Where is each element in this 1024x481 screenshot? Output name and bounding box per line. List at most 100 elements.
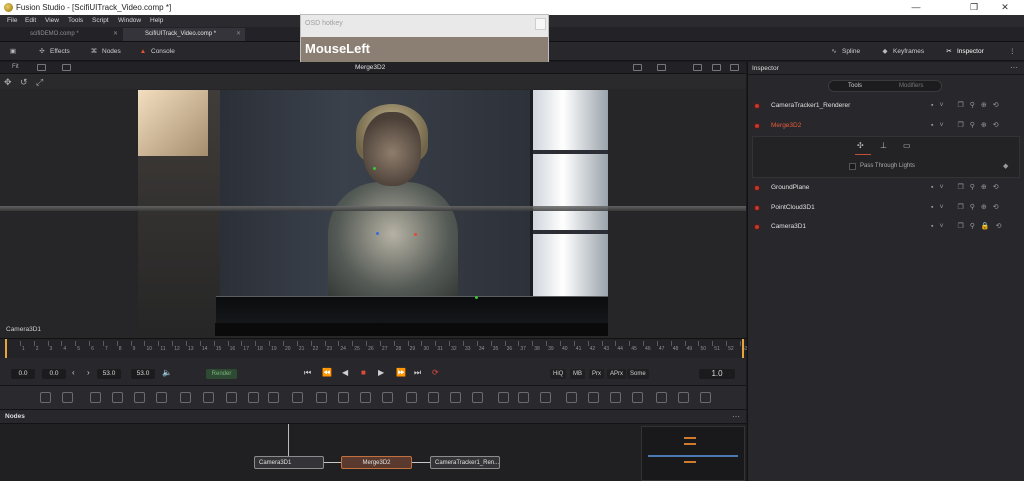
transform-tab-icon[interactable]: ⊥ [880, 141, 887, 150]
maximize-button[interactable]: ❐ [962, 2, 986, 13]
view-mode-icon[interactable] [37, 64, 46, 71]
viewer-options-icon[interactable] [730, 64, 739, 71]
gain-icon[interactable] [693, 64, 702, 71]
track-point[interactable] [376, 232, 379, 235]
tool-icon[interactable] [610, 392, 621, 403]
spline-button[interactable]: ∿ Spline [829, 45, 860, 58]
step-back-icon[interactable]: ⏪ [322, 368, 332, 377]
hiq-toggle[interactable]: HiQ [550, 369, 567, 379]
render-start-field[interactable]: 0.0 [42, 369, 66, 379]
menu-file[interactable]: File [7, 17, 17, 24]
tool-controls[interactable]: ▪˅ ❐⚲⊕⟲ [931, 101, 1005, 109]
track-point[interactable] [373, 167, 376, 170]
tool-icon[interactable] [62, 392, 73, 403]
stop-icon[interactable]: ■ [361, 368, 366, 377]
tool-icon[interactable] [180, 392, 191, 403]
rotate-icon[interactable]: ↺ [20, 77, 28, 88]
inspector-row-merge3d2[interactable]: Merge3D2 ▪˅ ❐⚲⊕⟲ [752, 118, 1022, 134]
render-end-field[interactable]: 53.0 [97, 369, 121, 379]
global-end-field[interactable]: 53.0 [131, 369, 155, 379]
tool-icon[interactable] [338, 392, 349, 403]
node-camera3d1[interactable]: Camera3D1 [254, 456, 324, 469]
tool-icon[interactable] [203, 392, 214, 403]
tool-icon[interactable] [656, 392, 667, 403]
inspector-row-pointcloud[interactable]: PointCloud3D1 ▪˅ ❐⚲⊕⟲ [752, 200, 1022, 216]
tool-icon[interactable] [700, 392, 711, 403]
tool-icon[interactable] [518, 392, 529, 403]
tool-icon[interactable] [40, 392, 51, 403]
tab-tools[interactable]: Tools [848, 83, 862, 89]
tool-icon[interactable] [360, 392, 371, 403]
nodes-options-icon[interactable]: ⋯ [732, 412, 740, 421]
console-button[interactable]: ▲ Console [138, 45, 175, 58]
scale-icon[interactable]: ⤢ [36, 77, 43, 88]
track-point[interactable] [475, 296, 478, 299]
tool-icon[interactable] [566, 392, 577, 403]
tool-icon[interactable] [156, 392, 167, 403]
osd-toggle[interactable] [535, 18, 546, 30]
tool-controls[interactable]: ▪˅ ❐⚲⊕⟲ [931, 183, 1005, 191]
mb-toggle[interactable]: MB [570, 369, 585, 379]
tool-icon[interactable] [248, 392, 259, 403]
tool-icon[interactable] [632, 392, 643, 403]
menu-edit[interactable]: Edit [25, 17, 36, 24]
tool-icon[interactable] [406, 392, 417, 403]
nodes-button[interactable]: ⌘ Nodes [89, 45, 121, 58]
step-field[interactable]: 1.0 [699, 369, 735, 379]
tool-controls[interactable]: ▪˅ ❐⚲⊕⟲ [931, 203, 1005, 211]
close-button[interactable]: ✕ [993, 2, 1017, 13]
tool-icon[interactable] [112, 392, 123, 403]
loop-icon[interactable]: ⟳ [432, 368, 439, 377]
track-point[interactable] [414, 233, 417, 236]
tool-icon[interactable] [428, 392, 439, 403]
render-end-marker[interactable] [742, 339, 744, 359]
minimize-button[interactable]: — [904, 2, 928, 13]
tool-icon[interactable] [292, 392, 303, 403]
keyframes-button[interactable]: ◆ Keyframes [880, 45, 925, 58]
first-frame-icon[interactable]: ⏮ [304, 368, 311, 378]
step-forward-icon[interactable]: ⏩ [396, 368, 406, 377]
panel-toggle-button[interactable]: ▣ [8, 45, 21, 58]
global-start-field[interactable]: 0.0 [11, 369, 35, 379]
inspector-options-icon[interactable]: ⋯ [1010, 63, 1018, 72]
lut-icon[interactable] [62, 64, 71, 71]
tool-controls[interactable]: ▪˅ ❐⚲⊕⟲ [931, 121, 1005, 129]
pass-through-lights-checkbox[interactable] [849, 163, 856, 170]
toolbar-options-button[interactable]: ⋮ [1009, 45, 1016, 58]
inspector-row-groundplane[interactable]: GroundPlane ▪˅ ❐⚲⊕⟲ [752, 180, 1022, 196]
viewer-canvas[interactable] [0, 89, 746, 338]
aprx-toggle[interactable]: APrx [607, 369, 627, 379]
menu-window[interactable]: Window [118, 17, 141, 24]
tool-icon[interactable] [588, 392, 599, 403]
prev-icon[interactable]: ‹ [72, 368, 75, 377]
menu-tools[interactable]: Tools [68, 17, 83, 24]
prx-toggle[interactable]: Prx [589, 369, 604, 379]
roi-icon[interactable] [633, 64, 642, 71]
timeline-ruler[interactable]: 1 2 3 4 5 6 7 8 9 10 11 12 13 14 15 16 17 18 19 20 21 22 23 24 2… [0, 338, 748, 359]
tool-icon[interactable] [450, 392, 461, 403]
tool-icon[interactable] [678, 392, 689, 403]
close-tab-icon[interactable]: ✕ [236, 28, 241, 41]
tool-icon[interactable] [134, 392, 145, 403]
channel-icon[interactable] [657, 64, 666, 71]
next-icon[interactable]: › [87, 368, 90, 377]
menu-view[interactable]: View [45, 17, 59, 24]
last-frame-icon[interactable]: ⏭ [414, 368, 421, 378]
tab-scifi-demo[interactable]: scifiDEMO.comp * ✕ [8, 28, 122, 41]
some-toggle[interactable]: Some [627, 369, 649, 379]
move-icon[interactable]: ✥ [4, 77, 12, 88]
tab-scifi-ui-track[interactable]: ScifiUITrack_Video.comp * ✕ [123, 28, 245, 41]
inspector-row-camera3d1[interactable]: Camera3D1 ▪˅ ❐⚲🔒⟲ [752, 219, 1022, 235]
play-reverse-icon[interactable]: ◀ [342, 368, 348, 377]
tool-icon[interactable] [472, 392, 483, 403]
tool-icon[interactable] [540, 392, 551, 403]
tool-icon[interactable] [498, 392, 509, 403]
node-cameratracker-renderer[interactable]: CameraTracker1_Ren... [430, 456, 500, 469]
tool-icon[interactable] [382, 392, 393, 403]
inspector-row-cameratracker[interactable]: CameraTracker1_Renderer ▪˅ ❐⚲⊕⟲ [752, 98, 1022, 114]
node-editor[interactable]: Nodes ⋯ Camera3D1 Merge3D2 CameraTracker… [0, 410, 746, 481]
tab-modifiers[interactable]: Modifiers [899, 83, 923, 89]
fit-dropdown[interactable]: Fit [12, 64, 19, 70]
menu-help[interactable]: Help [150, 17, 163, 24]
playhead[interactable] [5, 339, 7, 359]
